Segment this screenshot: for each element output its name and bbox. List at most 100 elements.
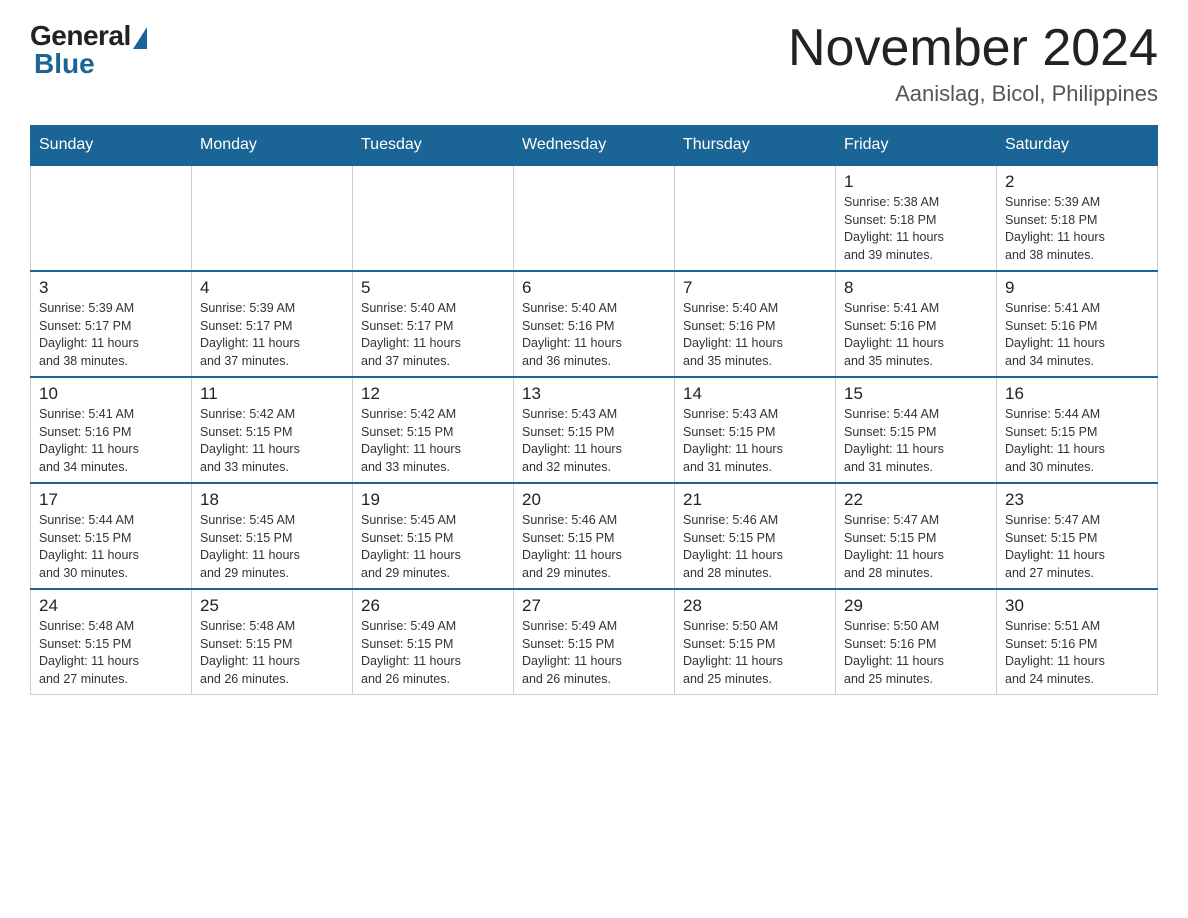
calendar-cell: 15Sunrise: 5:44 AMSunset: 5:15 PMDayligh…: [836, 377, 997, 483]
calendar-cell: 28Sunrise: 5:50 AMSunset: 5:15 PMDayligh…: [675, 589, 836, 695]
calendar-cell: 29Sunrise: 5:50 AMSunset: 5:16 PMDayligh…: [836, 589, 997, 695]
day-info: Sunrise: 5:42 AMSunset: 5:15 PMDaylight:…: [200, 406, 344, 476]
calendar-cell: 25Sunrise: 5:48 AMSunset: 5:15 PMDayligh…: [192, 589, 353, 695]
calendar-cell: 10Sunrise: 5:41 AMSunset: 5:16 PMDayligh…: [31, 377, 192, 483]
logo-triangle-icon: [133, 27, 147, 49]
day-number: 2: [1005, 172, 1149, 192]
calendar-cell: 3Sunrise: 5:39 AMSunset: 5:17 PMDaylight…: [31, 271, 192, 377]
day-info: Sunrise: 5:51 AMSunset: 5:16 PMDaylight:…: [1005, 618, 1149, 688]
calendar-cell: 4Sunrise: 5:39 AMSunset: 5:17 PMDaylight…: [192, 271, 353, 377]
day-of-week-header: Tuesday: [353, 126, 514, 166]
day-info: Sunrise: 5:47 AMSunset: 5:15 PMDaylight:…: [844, 512, 988, 582]
day-info: Sunrise: 5:50 AMSunset: 5:15 PMDaylight:…: [683, 618, 827, 688]
day-number: 13: [522, 384, 666, 404]
week-row: 17Sunrise: 5:44 AMSunset: 5:15 PMDayligh…: [31, 483, 1158, 589]
day-info: Sunrise: 5:49 AMSunset: 5:15 PMDaylight:…: [522, 618, 666, 688]
day-number: 29: [844, 596, 988, 616]
day-number: 19: [361, 490, 505, 510]
calendar-header-row: SundayMondayTuesdayWednesdayThursdayFrid…: [31, 126, 1158, 166]
day-number: 1: [844, 172, 988, 192]
calendar-cell: 22Sunrise: 5:47 AMSunset: 5:15 PMDayligh…: [836, 483, 997, 589]
calendar-cell: [353, 165, 514, 271]
day-number: 24: [39, 596, 183, 616]
day-info: Sunrise: 5:44 AMSunset: 5:15 PMDaylight:…: [1005, 406, 1149, 476]
day-number: 21: [683, 490, 827, 510]
day-info: Sunrise: 5:43 AMSunset: 5:15 PMDaylight:…: [522, 406, 666, 476]
calendar-cell: 17Sunrise: 5:44 AMSunset: 5:15 PMDayligh…: [31, 483, 192, 589]
week-row: 10Sunrise: 5:41 AMSunset: 5:16 PMDayligh…: [31, 377, 1158, 483]
week-row: 1Sunrise: 5:38 AMSunset: 5:18 PMDaylight…: [31, 165, 1158, 271]
day-info: Sunrise: 5:45 AMSunset: 5:15 PMDaylight:…: [361, 512, 505, 582]
day-number: 23: [1005, 490, 1149, 510]
month-title: November 2024: [788, 20, 1158, 77]
calendar-cell: 13Sunrise: 5:43 AMSunset: 5:15 PMDayligh…: [514, 377, 675, 483]
day-number: 17: [39, 490, 183, 510]
day-info: Sunrise: 5:48 AMSunset: 5:15 PMDaylight:…: [200, 618, 344, 688]
logo-blue-text: Blue: [30, 48, 95, 80]
day-info: Sunrise: 5:46 AMSunset: 5:15 PMDaylight:…: [522, 512, 666, 582]
day-number: 28: [683, 596, 827, 616]
calendar-cell: 11Sunrise: 5:42 AMSunset: 5:15 PMDayligh…: [192, 377, 353, 483]
day-info: Sunrise: 5:41 AMSunset: 5:16 PMDaylight:…: [844, 300, 988, 370]
day-info: Sunrise: 5:41 AMSunset: 5:16 PMDaylight:…: [1005, 300, 1149, 370]
calendar-cell: 8Sunrise: 5:41 AMSunset: 5:16 PMDaylight…: [836, 271, 997, 377]
week-row: 3 Sunrise: 5:39 AMSunset: 5:17 PMDaylight…: [31, 271, 1158, 377]
day-number: 11: [200, 384, 344, 404]
day-number: 6: [522, 278, 666, 298]
day-info: Sunrise: 5:42 AMSunset: 5:15 PMDaylight:…: [361, 406, 505, 476]
calendar-cell: 18Sunrise: 5:45 AMSunset: 5:15 PMDayligh…: [192, 483, 353, 589]
day-of-week-header: Monday: [192, 126, 353, 166]
day-of-week-header: Sunday: [31, 126, 192, 166]
calendar-cell: 1Sunrise: 5:38 AMSunset: 5:18 PMDaylight…: [836, 165, 997, 271]
day-info: Sunrise: 5:39 AMSunset: 5:18 PMDaylight:…: [1005, 194, 1149, 264]
calendar-cell: 2Sunrise: 5:39 AMSunset: 5:18 PMDaylight…: [997, 165, 1158, 271]
day-info: Sunrise: 5:39 AMSunset: 5:17 PMDaylight:…: [200, 300, 344, 370]
calendar-cell: [31, 165, 192, 271]
calendar-cell: 19Sunrise: 5:45 AMSunset: 5:15 PMDayligh…: [353, 483, 514, 589]
calendar-cell: 5Sunrise: 5:40 AMSunset: 5:17 PMDaylight…: [353, 271, 514, 377]
day-info: Sunrise: 5:43 AMSunset: 5:15 PMDaylight:…: [683, 406, 827, 476]
day-number: 3: [39, 278, 183, 298]
calendar-cell: 7Sunrise: 5:40 AMSunset: 5:16 PMDaylight…: [675, 271, 836, 377]
day-info: Sunrise: 5:46 AMSunset: 5:15 PMDaylight:…: [683, 512, 827, 582]
day-info: Sunrise: 5:47 AMSunset: 5:15 PMDaylight:…: [1005, 512, 1149, 582]
calendar-cell: [192, 165, 353, 271]
day-info: Sunrise: 5:41 AMSunset: 5:16 PMDaylight:…: [39, 406, 183, 476]
day-info: Sunrise: 5:40 AMSunset: 5:16 PMDaylight:…: [683, 300, 827, 370]
day-number: 5: [361, 278, 505, 298]
day-info: Sunrise: 5:38 AMSunset: 5:18 PMDaylight:…: [844, 194, 988, 264]
calendar-cell: 20Sunrise: 5:46 AMSunset: 5:15 PMDayligh…: [514, 483, 675, 589]
calendar-cell: 21Sunrise: 5:46 AMSunset: 5:15 PMDayligh…: [675, 483, 836, 589]
day-info: Sunrise: 5:44 AMSunset: 5:15 PMDaylight:…: [844, 406, 988, 476]
day-of-week-header: Friday: [836, 126, 997, 166]
day-number: 12: [361, 384, 505, 404]
calendar-cell: 14Sunrise: 5:43 AMSunset: 5:15 PMDayligh…: [675, 377, 836, 483]
day-number: 27: [522, 596, 666, 616]
day-number: 15: [844, 384, 988, 404]
title-area: November 2024 Aanislag, Bicol, Philippin…: [788, 20, 1158, 107]
calendar-cell: 24Sunrise: 5:48 AMSunset: 5:15 PMDayligh…: [31, 589, 192, 695]
calendar-cell: 9Sunrise: 5:41 AMSunset: 5:16 PMDaylight…: [997, 271, 1158, 377]
day-number: 10: [39, 384, 183, 404]
calendar-cell: 6Sunrise: 5:40 AMSunset: 5:16 PMDaylight…: [514, 271, 675, 377]
location-title: Aanislag, Bicol, Philippines: [788, 81, 1158, 107]
day-number: 30: [1005, 596, 1149, 616]
calendar-cell: 30Sunrise: 5:51 AMSunset: 5:16 PMDayligh…: [997, 589, 1158, 695]
day-number: 4: [200, 278, 344, 298]
day-number: 20: [522, 490, 666, 510]
day-of-week-header: Thursday: [675, 126, 836, 166]
day-of-week-header: Wednesday: [514, 126, 675, 166]
calendar-cell: 23Sunrise: 5:47 AMSunset: 5:15 PMDayligh…: [997, 483, 1158, 589]
day-info: Sunrise: 5:48 AMSunset: 5:15 PMDaylight:…: [39, 618, 183, 688]
day-number: 16: [1005, 384, 1149, 404]
calendar-cell: 12Sunrise: 5:42 AMSunset: 5:15 PMDayligh…: [353, 377, 514, 483]
day-number: 8: [844, 278, 988, 298]
day-info: Sunrise: 5:44 AMSunset: 5:15 PMDaylight:…: [39, 512, 183, 582]
day-number: 7: [683, 278, 827, 298]
day-number: 9: [1005, 278, 1149, 298]
day-of-week-header: Saturday: [997, 126, 1158, 166]
day-number: 25: [200, 596, 344, 616]
page-header: General Blue November 2024 Aanislag, Bic…: [30, 20, 1158, 107]
day-info: Sunrise: 5:40 AMSunset: 5:16 PMDaylight:…: [522, 300, 666, 370]
calendar-cell: [514, 165, 675, 271]
